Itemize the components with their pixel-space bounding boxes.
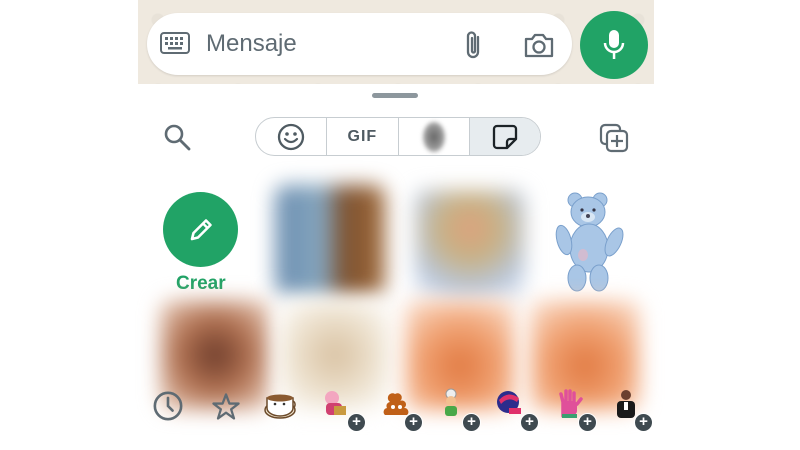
search-icon[interactable] [163, 123, 191, 151]
tab-emoji[interactable] [256, 118, 328, 155]
keyboard-icon[interactable] [160, 31, 190, 55]
add-pack-icon[interactable]: + [347, 413, 366, 432]
tab-gif[interactable]: GIF [327, 118, 399, 155]
smiley-icon [277, 123, 305, 150]
sticker-pack-pink-icon [325, 391, 346, 415]
tab-avatar[interactable] [399, 118, 470, 155]
panel-drag-handle[interactable] [372, 93, 418, 98]
add-pack-icon[interactable]: + [578, 413, 597, 432]
create-sticker-label[interactable]: Crear [176, 273, 226, 295]
sticker-item[interactable] [275, 185, 385, 295]
attach-icon[interactable] [462, 29, 486, 61]
message-placeholder[interactable]: Mensaje [206, 30, 297, 58]
gif-label: GIF [347, 127, 378, 145]
sticker-item[interactable] [415, 190, 525, 300]
sticker-pack-coffee-icon[interactable] [262, 388, 300, 420]
add-sticker-icon[interactable] [598, 122, 630, 154]
create-sticker-button[interactable] [163, 192, 238, 267]
favorites-star-icon[interactable] [210, 391, 242, 423]
add-pack-icon[interactable]: + [404, 413, 423, 432]
add-pack-icon[interactable]: + [634, 413, 653, 432]
camera-icon[interactable] [523, 32, 555, 58]
add-pack-icon[interactable]: + [462, 413, 481, 432]
avatar-icon [422, 121, 445, 152]
sticker-pack-item[interactable] [320, 388, 352, 420]
add-pack-icon[interactable]: + [520, 413, 539, 432]
pencil-icon [190, 218, 212, 240]
voice-message-button[interactable] [580, 11, 648, 79]
sticker-item[interactable] [553, 190, 628, 295]
tab-stickers[interactable] [469, 118, 540, 155]
sticker-icon [492, 124, 518, 149]
recent-clock-icon[interactable] [152, 390, 184, 422]
media-type-tabs: GIF [255, 117, 541, 156]
microphone-icon [603, 30, 625, 59]
